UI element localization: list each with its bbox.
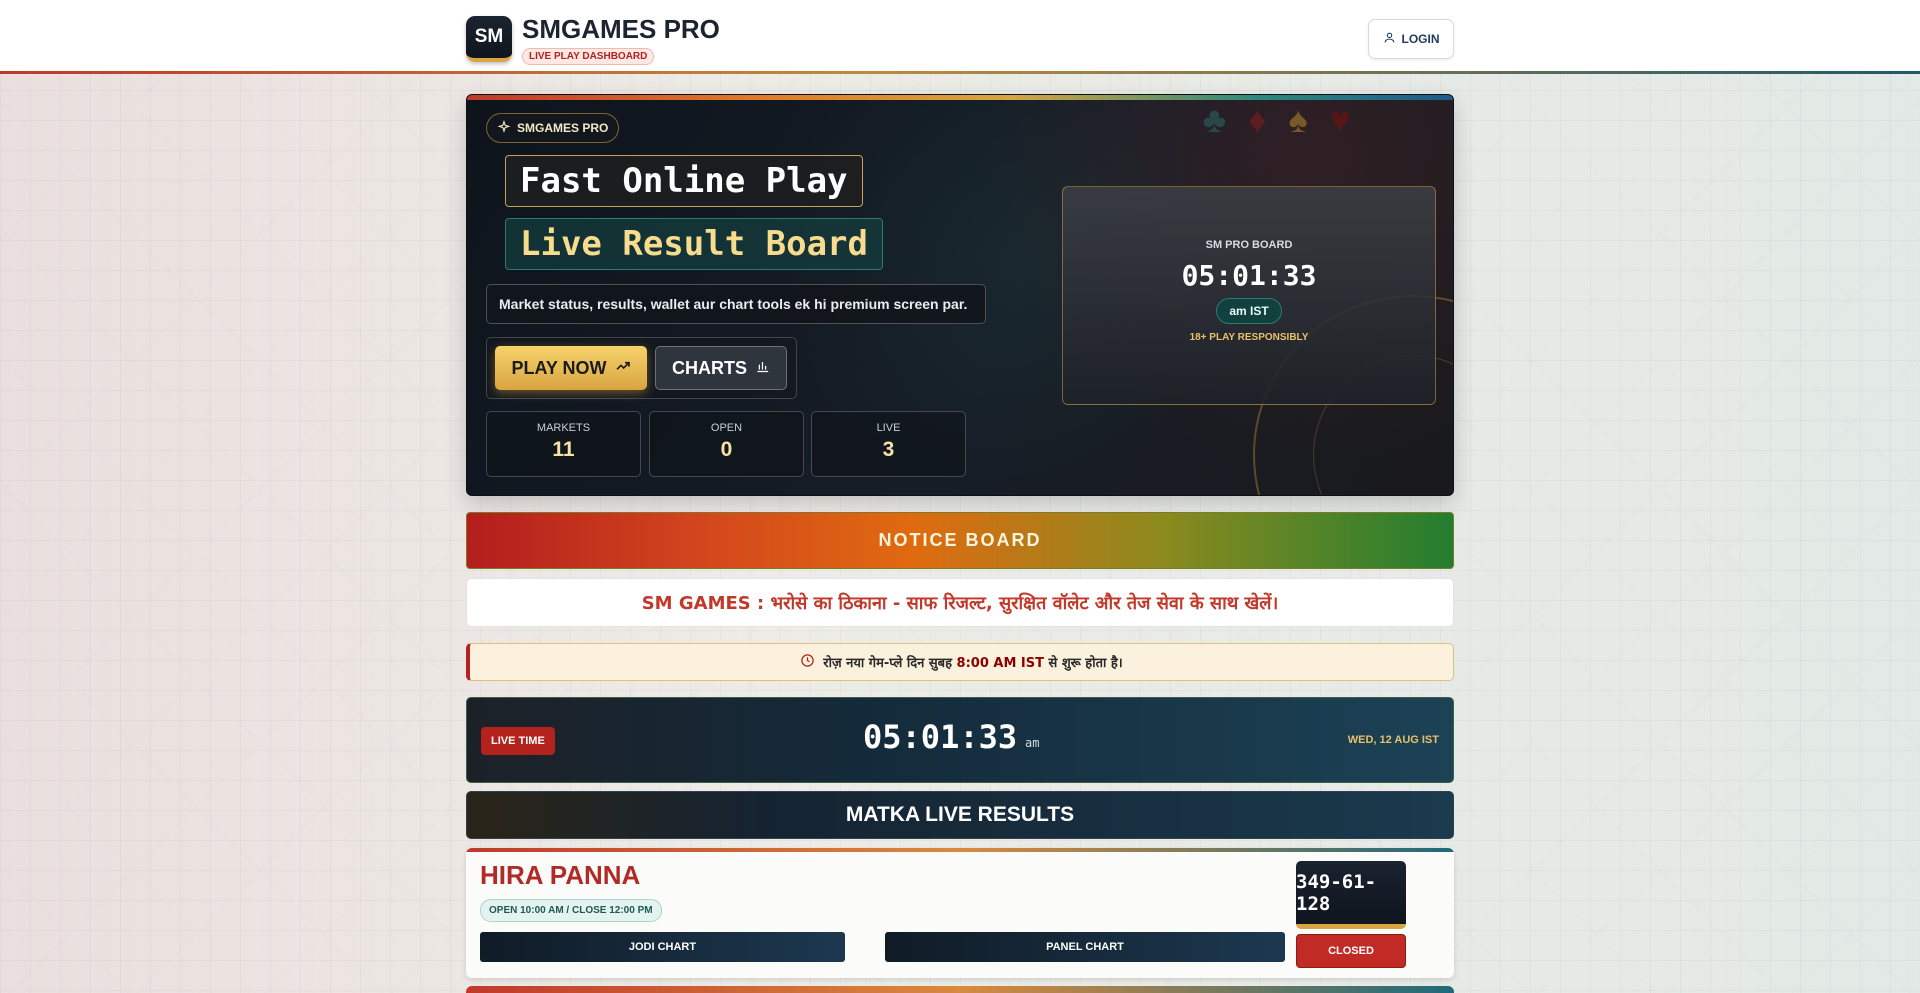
stat-label: MARKETS: [536, 422, 591, 434]
stat-open: OPEN 0: [649, 411, 804, 477]
results-section-heading: MATKA LIVE RESULTS: [466, 791, 1454, 839]
board-timezone-pill: am IST: [1216, 298, 1282, 324]
timing-highlight: 8:00 AM IST: [956, 656, 1044, 671]
hero-badge-label: SMGAMES PRO: [517, 121, 609, 135]
hero-panel: ♣♦♠♥ SMGAMES PRO Fast Online Play Live R…: [466, 94, 1454, 496]
live-time-tag: LIVE TIME: [481, 727, 555, 755]
hero-description: Market status, results, wallet aur chart…: [486, 284, 986, 324]
stat-value: 3: [882, 438, 895, 461]
market-card: HIRA PANNA OPEN 10:00 AM / CLOSE 12:00 P…: [466, 848, 1454, 978]
card-suits-decoration: ♣♦♠♥: [1202, 99, 1373, 140]
timing-text-after: से शुरू होता है।: [1048, 656, 1123, 671]
market-name: HIRA PANNA: [480, 860, 641, 890]
clock-icon: [800, 653, 815, 672]
live-time-bar: LIVE TIME 05:01:33 am WED, 12 AUG IST: [466, 697, 1454, 783]
market-timing-badge: OPEN 10:00 AM / CLOSE 12:00 PM: [480, 899, 662, 922]
logo: SM: [466, 16, 512, 62]
hero-brand-badge: SMGAMES PRO: [486, 113, 620, 143]
play-now-label: PLAY NOW: [511, 357, 607, 378]
market-result: 349-61-128: [1296, 861, 1406, 929]
hero-headline-2: Live Result Board: [505, 218, 883, 270]
live-date: WED, 12 AUG IST: [1347, 734, 1439, 746]
daily-timing-notice: रोज़ नया गेम-प्ले दिन सुबह 8:00 AM IST स…: [466, 643, 1454, 681]
site-subtitle-badge: LIVE PLAY DASHBOARD: [522, 48, 655, 65]
charts-button[interactable]: CHARTS: [655, 346, 787, 390]
sparkle-icon: [497, 119, 511, 137]
user-icon: [1383, 31, 1396, 47]
login-button[interactable]: LOGIN: [1368, 19, 1454, 59]
board-clock: 05:01:33: [1181, 259, 1317, 292]
timing-text-before: रोज़ नया गेम-प्ले दिन सुबह: [823, 656, 952, 671]
hero-headline-1: Fast Online Play: [505, 155, 863, 207]
live-clock: 05:01:33: [863, 718, 1018, 756]
charts-label: CHARTS: [672, 357, 747, 378]
notice-slogan: SM GAMES : भरोसे का ठिकाना - साफ रिजल्ट,…: [466, 578, 1454, 627]
stat-live: LIVE 3: [811, 411, 966, 477]
board-responsible-warning: 18+ PLAY RESPONSIBLY: [1189, 332, 1309, 343]
panel-chart-button[interactable]: PANEL CHART: [885, 932, 1285, 962]
stat-value: 11: [552, 438, 575, 461]
top-header: SM SMGAMES PRO LIVE PLAY DASHBOARD LOGIN: [0, 0, 1920, 74]
trending-up-icon: [615, 358, 631, 379]
brand[interactable]: SM SMGAMES PRO LIVE PLAY DASHBOARD: [466, 16, 720, 65]
board-title: SM PRO BOARD: [1205, 239, 1293, 251]
stat-markets: MARKETS 11: [486, 411, 641, 477]
site-title: SMGAMES PRO: [522, 14, 720, 44]
stat-label: OPEN: [710, 422, 743, 434]
play-now-button[interactable]: PLAY NOW: [495, 346, 647, 390]
live-ampm: am: [1025, 736, 1040, 750]
market-card-accent-line: [466, 848, 1454, 852]
login-label: LOGIN: [1401, 32, 1440, 46]
bar-chart-icon: [755, 358, 770, 379]
stat-value: 0: [720, 438, 733, 461]
market-status-button[interactable]: CLOSED: [1296, 934, 1406, 968]
notice-board-banner: NOTICE BOARD: [466, 512, 1454, 569]
jodi-chart-button[interactable]: JODI CHART: [480, 932, 845, 962]
next-market-card-edge: [466, 986, 1454, 993]
hero-cta-group: PLAY NOW CHARTS: [486, 337, 797, 399]
stat-label: LIVE: [876, 422, 901, 434]
pro-board-panel: SM PRO BOARD 05:01:33 am IST 18+ PLAY RE…: [1062, 186, 1436, 405]
